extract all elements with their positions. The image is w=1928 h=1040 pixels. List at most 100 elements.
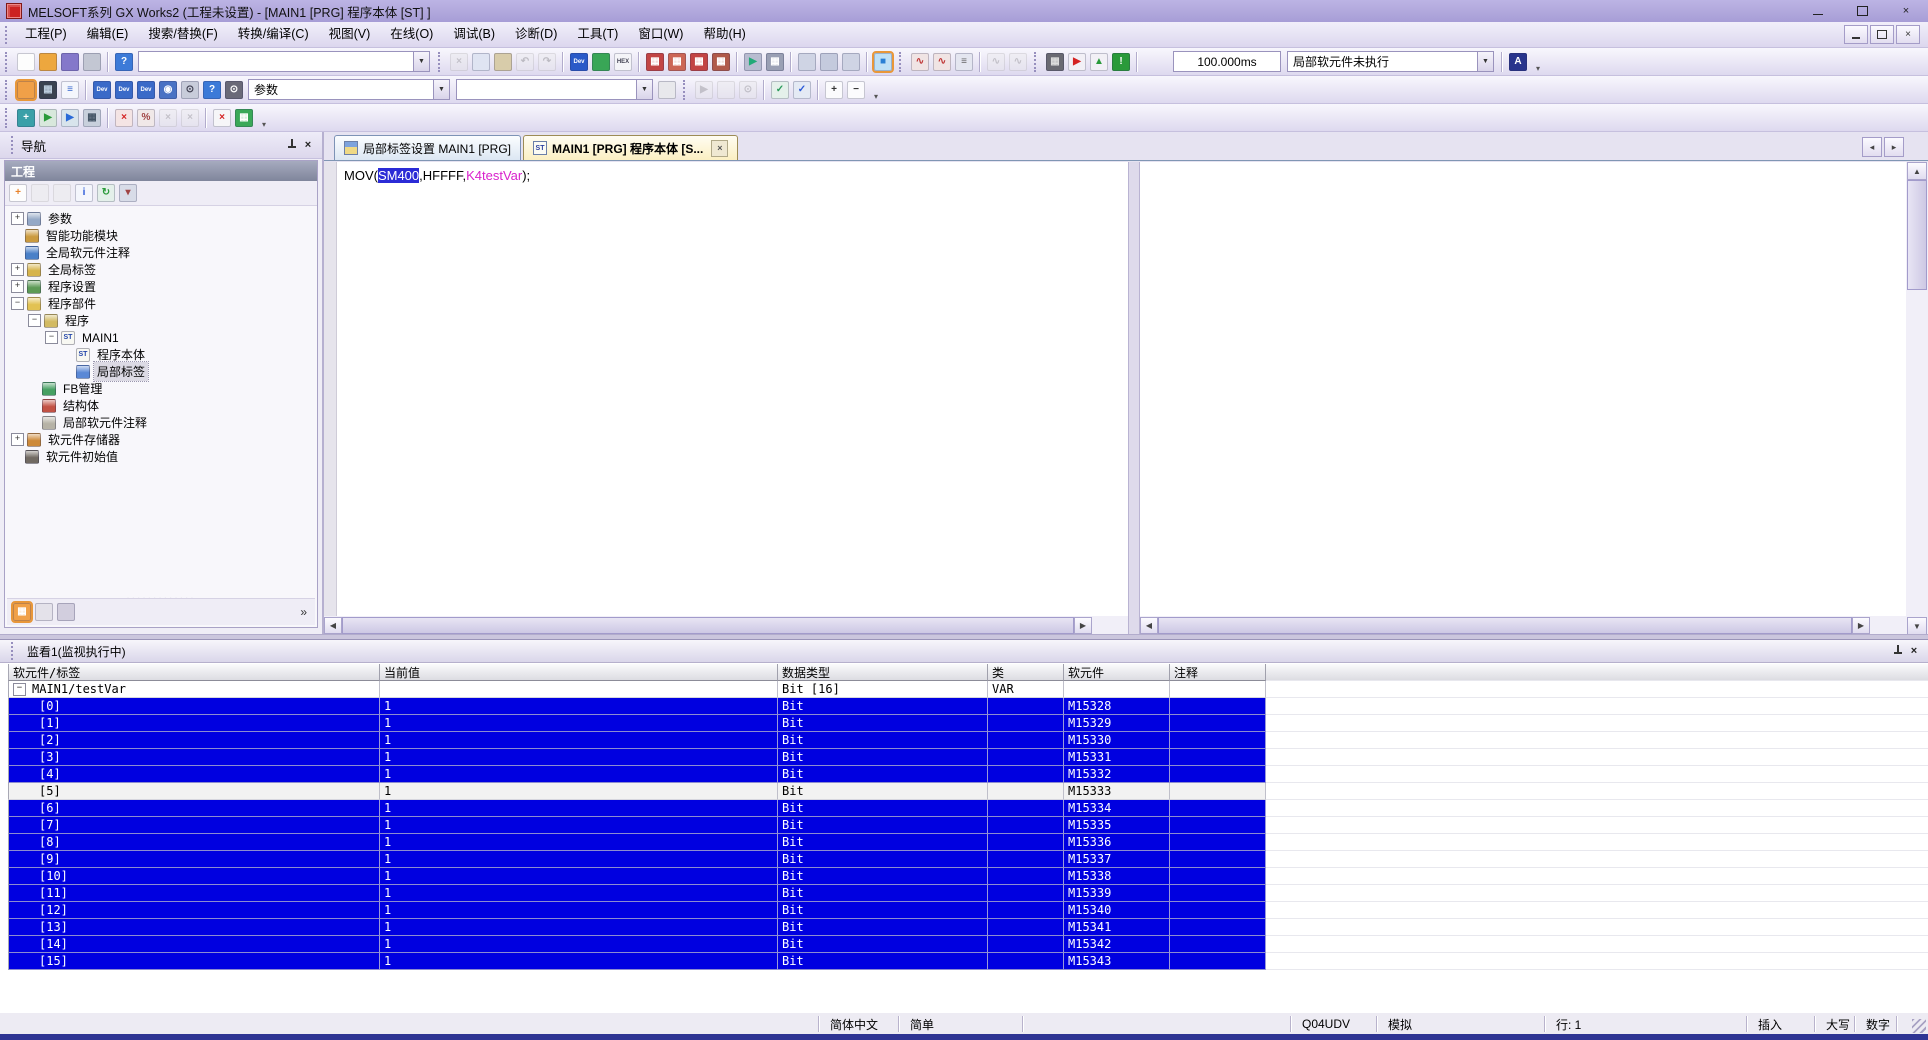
tab-scroll-right-icon[interactable]: ▸ [1884,137,1904,157]
watch-row[interactable]: [11] 1 Bit M15339 [8,885,1928,902]
tree-expander-icon[interactable]: − [45,331,58,344]
tree-expander-icon[interactable]: − [28,314,41,327]
watch-row[interactable]: [6] 1 Bit M15334 [8,800,1928,817]
tree-item-structure[interactable]: 结构体 [5,397,317,414]
device-display-icon[interactable]: Dev [570,52,588,71]
scroll-thumb[interactable] [342,617,1074,634]
toolbar-overflow-button[interactable]: ▾ [258,107,270,129]
zoom-out-icon[interactable]: − [847,80,865,99]
device-test-3-icon[interactable]: ▦ [690,52,708,71]
tree-item-program-body[interactable]: ST 程序本体 [5,346,317,363]
close-button[interactable]: × [1884,0,1928,22]
tree-item-intelligent-module[interactable]: 智能功能模块 [5,227,317,244]
menu-item[interactable]: 工具(T) [567,22,628,47]
tree-item-pou[interactable]: − 程序部件 [5,295,317,312]
program-select-combo[interactable]: 参数 ▼ [248,79,450,100]
watch-row[interactable]: [9] 1 Bit M15337 [8,851,1928,868]
mdi-minimize-button[interactable] [1844,25,1868,44]
editor-vscrollbar[interactable]: ▲ ▼ [1906,162,1928,635]
toolbar-grip[interactable] [5,107,10,128]
device-exec-combo[interactable]: 局部软元件未执行 ▼ [1287,51,1494,72]
pane-splitter[interactable] [1128,162,1140,635]
new-item-icon[interactable]: + [9,184,27,202]
tree-item-device-initial-value[interactable]: 软元件初始值 [5,448,317,465]
st-view-icon[interactable]: ■ [872,50,894,73]
tree-item-local-device-comment[interactable]: 局部软元件注释 [5,414,317,431]
trace-2-icon[interactable]: ∿ [933,52,951,71]
device-test-4-icon[interactable]: ▦ [712,52,730,71]
open-project-icon[interactable] [39,52,57,71]
device-comment-icon[interactable]: Dev [93,80,111,99]
tree-item-local-label[interactable]: 局部标签 [5,361,317,382]
device-test-1-icon[interactable]: ▦ [646,52,664,71]
save-project-icon[interactable] [61,52,79,71]
device-grid-icon[interactable]: Dev [137,80,155,99]
tree-item-program-folder[interactable]: − 程序 [5,312,317,329]
tree-item-global-label[interactable]: + 全局标签 [5,261,317,278]
watch-row[interactable]: [3] 1 Bit M15331 [8,749,1928,766]
st-editor-right-pane[interactable]: ◀ ▶ [1140,162,1906,635]
pin-icon[interactable] [1890,643,1906,659]
copy-item-icon[interactable] [31,184,49,202]
editor-hscrollbar[interactable]: ◀ ▶ [324,616,1128,635]
watch-header[interactable]: 软元件/标签 当前值 数据类型类软元件 注释 [8,664,1928,681]
clipboard-icon[interactable] [658,80,676,99]
scroll-up-icon[interactable]: ▲ [1907,162,1927,180]
chevron-down-icon[interactable]: ▼ [1477,52,1493,71]
monitor-mode-icon[interactable] [592,52,610,71]
list-view-icon[interactable]: ≡ [61,80,79,99]
chevron-down-icon[interactable]: ▼ [636,80,652,99]
cut-icon[interactable]: × [450,52,468,71]
paste-icon[interactable] [494,52,512,71]
break-condition-icon[interactable]: % [137,108,155,127]
toolbar-grip[interactable] [5,79,10,100]
scroll-down-icon[interactable]: ▼ [1907,617,1927,635]
simulation-run-icon[interactable]: ▶ [1068,52,1086,71]
menu-item[interactable]: 转换/编译(C) [228,22,319,47]
scroll-right-icon[interactable]: ▶ [1852,617,1870,634]
simulation-warn-icon[interactable]: ▲ [1090,52,1108,71]
step-insert-icon[interactable]: + [17,108,35,127]
menu-item[interactable]: 编辑(E) [77,22,139,47]
copy-icon[interactable] [472,52,490,71]
watch-close-button[interactable]: × [1906,643,1922,659]
hex-display-icon[interactable]: HEX [614,52,632,71]
module-configuration-icon[interactable]: ▦ [39,80,57,99]
navigation-grip[interactable] [11,136,16,154]
minimize-button[interactable] [1796,0,1840,22]
skip-range-2-icon[interactable]: × [181,108,199,127]
chevron-down-icon[interactable]: ▼ [413,52,429,71]
tab-close-icon[interactable]: × [711,139,729,157]
help2-icon[interactable]: ? [203,80,221,99]
step-run-icon[interactable]: ▶ [39,108,57,127]
toolbar-overflow-button[interactable]: ▾ [1532,51,1544,73]
view-switcher-more-button[interactable]: » [300,605,315,619]
program-window-3-icon[interactable] [842,52,860,71]
step-into-icon[interactable]: ▶ [61,108,79,127]
tree-item-parameter[interactable]: + 参数 [5,210,317,227]
watch-row[interactable]: [0] 1 Bit M15328 [8,698,1928,715]
print-icon[interactable] [83,52,101,71]
compile-select-combo[interactable]: ▼ [456,79,653,100]
tree-expander-icon[interactable]: + [11,280,24,293]
help-icon[interactable]: ? [115,52,133,71]
monitor-stop-icon[interactable]: ▦ [766,52,784,71]
row-expander-icon[interactable]: − [13,682,26,696]
pin-icon[interactable] [284,137,300,153]
tree-item-program-setting[interactable]: + 程序设置 [5,278,317,295]
watch-row[interactable]: [10] 1 Bit M15338 [8,868,1928,885]
scroll-thumb[interactable] [1907,180,1927,290]
menu-item[interactable]: 窗口(W) [628,22,693,47]
sort-icon[interactable]: ▾ [119,184,137,202]
cross-reference-icon[interactable]: ⊙ [225,80,243,99]
watch-row[interactable]: [4] 1 Bit M15332 [8,766,1928,783]
scroll-left-icon[interactable]: ◀ [1140,617,1158,634]
code-line[interactable]: MOV(SM400,HFFFF,K4testVar); [344,168,530,183]
scroll-left-icon[interactable]: ◀ [324,617,342,634]
menu-item[interactable]: 调试(B) [443,22,505,47]
step-over-icon[interactable]: ▦ [83,108,101,127]
device-find-icon[interactable]: ⊙ [181,80,199,99]
mdi-restore-button[interactable] [1870,25,1894,44]
rightpane-hscrollbar[interactable]: ◀ ▶ [1140,616,1906,635]
device-memory-icon[interactable]: Dev [115,80,133,99]
